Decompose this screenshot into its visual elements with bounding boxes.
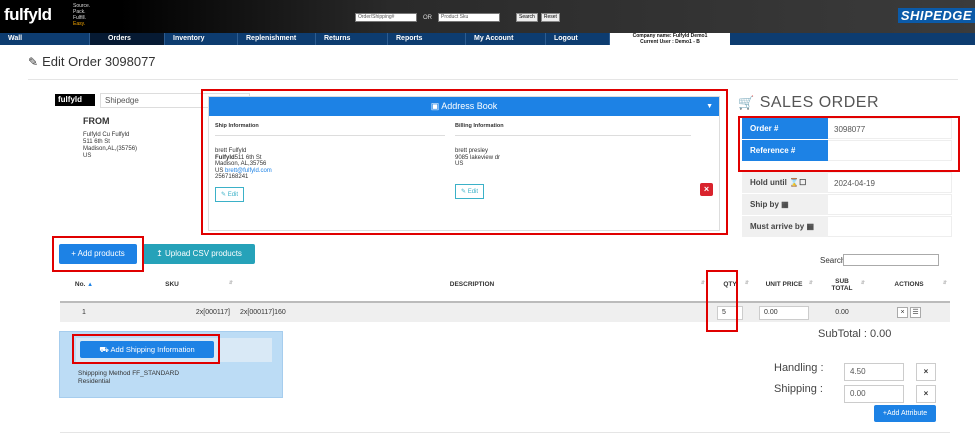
company-info: Company name: Fulfyld Demo1 Current User… [610, 33, 730, 45]
search-or-label: OR [423, 14, 432, 21]
fulfyld-logo[interactable]: fulfyld [4, 5, 52, 25]
top-bar: fulfyld Source. Pack. Fulfill. Easy. Ord… [0, 0, 975, 33]
must-arrive-row: Must arrive by ▦ [742, 216, 952, 238]
col-description[interactable]: DESCRIPTION ⇵ [236, 268, 708, 303]
col-unit-price[interactable]: UNIT PRICE ⇵ [752, 268, 816, 303]
shipedge-logo: SHIPEDGE [897, 8, 975, 23]
reset-button[interactable]: Reset [540, 13, 560, 22]
unit-price-input[interactable]: 0.00 [759, 305, 809, 320]
ship-by-label: Ship by ▦ [742, 194, 828, 215]
hold-until-label: Hold until ⌛☐ [742, 172, 828, 193]
highlight-address-book [201, 89, 728, 235]
row-no: 1 [60, 301, 108, 322]
shipping-method: Shippping Method FF_STANDARD Residential [78, 370, 180, 385]
sales-order-title: 🛒 SALES ORDER [738, 94, 879, 111]
hold-until-row: Hold until ⌛☐ 2024-04-19 [742, 172, 952, 194]
order-search-input[interactable]: Order/Shipping# [355, 13, 417, 22]
table-row: 1 2x[000117] 2x[000117]160 5 0.00 0.00 ×… [60, 301, 950, 322]
products-table: No. ▲ SKU ⇵ DESCRIPTION ⇵ QTY ⇵ UNIT PRICE ⇵… [60, 268, 950, 322]
handling-input[interactable]: 4.50 [844, 363, 904, 381]
nav-replenishment[interactable]: Replenishment [238, 33, 316, 45]
col-sku[interactable]: SKU ⇵ [108, 268, 236, 303]
table-search-input[interactable] [843, 254, 939, 266]
hold-checkbox[interactable]: ☐ [799, 178, 806, 187]
product-search-input[interactable]: Product Sku [438, 13, 500, 22]
ship-by-input[interactable] [828, 194, 952, 215]
row-description: 2x[000117]160 [236, 301, 708, 322]
nav-logout[interactable]: Logout [546, 33, 610, 45]
nav-wall[interactable]: Wall [0, 33, 90, 45]
nav-orders[interactable]: Orders [90, 33, 165, 45]
upload-icon: ↥ [156, 249, 163, 258]
list-icon[interactable]: ☰ [910, 307, 921, 318]
col-actions[interactable]: ACTIONS ⇵ [868, 268, 950, 303]
highlight-add-products [52, 236, 144, 272]
upload-csv-button[interactable]: ↥ Upload CSV products [143, 244, 255, 264]
from-logo: fulfyld [55, 94, 95, 106]
page-title: ✎ Edit Order 3098077 [28, 54, 156, 69]
remove-item-button[interactable]: × [897, 307, 908, 318]
row-subtotal: 0.00 [816, 301, 868, 322]
col-sub-total[interactable]: SUB TOTAL ⇵ [816, 268, 868, 303]
ship-by-row: Ship by ▦ [742, 194, 952, 216]
subtotal: SubTotal : 0.00 [818, 328, 892, 340]
calendar-icon: ▦ [781, 200, 789, 209]
bottom-divider [60, 432, 950, 433]
hold-until-input[interactable]: 2024-04-19 [828, 172, 952, 193]
cart-icon: 🛒 [738, 95, 755, 110]
shipping-label: Shipping : [774, 383, 823, 395]
add-attribute-button[interactable]: +Add Attribute [874, 405, 936, 422]
clear-handling-button[interactable]: × [916, 363, 936, 381]
nav-reports[interactable]: Reports [388, 33, 466, 45]
edit-icon: ✎ [28, 55, 39, 69]
calendar-icon: ▦ [806, 222, 815, 231]
handling-label: Handling : [774, 362, 824, 374]
from-label: FROM [83, 116, 110, 126]
highlight-order-reference [738, 116, 960, 172]
search-form: Order/Shipping# OR Product Sku Search Re… [355, 13, 560, 22]
clear-shipping-button[interactable]: × [916, 385, 936, 403]
title-divider [28, 79, 958, 80]
logo-tagline: Source. Pack. Fulfill. Easy. [73, 3, 91, 27]
nav-my-account[interactable]: My Account [466, 33, 546, 45]
main-nav: Wall Orders Inventory Replenishment Retu… [0, 33, 975, 45]
col-no[interactable]: No. ▲ [60, 268, 108, 303]
nav-inventory[interactable]: Inventory [165, 33, 238, 45]
highlight-qty [706, 270, 738, 332]
must-arrive-label: Must arrive by ▦ [742, 216, 828, 237]
must-arrive-input[interactable] [828, 216, 952, 237]
search-button[interactable]: Search [516, 13, 538, 22]
from-address: Fulfyld Cu Fulfyld 511 6th St Madison,AL… [83, 132, 138, 159]
shipping-input[interactable]: 0.00 [844, 385, 904, 403]
row-sku: 2x[000117] [108, 301, 236, 322]
hourglass-icon: ⌛ [789, 178, 800, 187]
nav-returns[interactable]: Returns [316, 33, 388, 45]
highlight-add-shipping [72, 334, 220, 364]
